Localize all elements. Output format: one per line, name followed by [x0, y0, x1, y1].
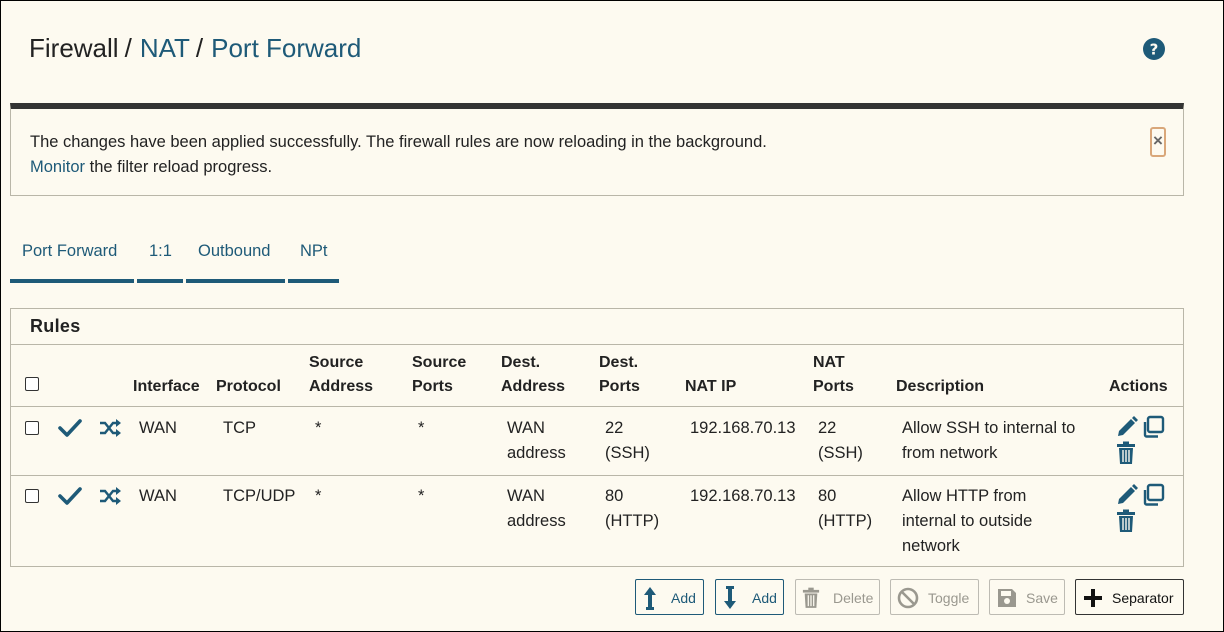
check-icon[interactable]	[58, 418, 82, 438]
header-dest-ports-1: Dest.	[599, 354, 639, 371]
trash-icon	[802, 587, 820, 608]
rules-panel-title: Rules	[11, 309, 1183, 345]
select-all-checkbox[interactable]	[25, 377, 39, 391]
save-button[interactable]: Save	[989, 579, 1065, 615]
delete-label: Delete	[833, 590, 874, 606]
trash-icon[interactable]	[1116, 441, 1136, 465]
ban-icon	[897, 587, 919, 609]
cell-nat-ports-1: 22	[818, 419, 837, 437]
cell-dest-ports-1: 22	[605, 419, 624, 437]
add-bottom-button[interactable]: Add	[715, 579, 784, 615]
cell-nat-ip: 192.168.70.13	[690, 487, 796, 505]
cell-interface: WAN	[139, 419, 177, 437]
header-dest-address-1: Dest.	[501, 354, 541, 371]
cell-description-3: network	[902, 537, 960, 555]
header-source-address-1: Source	[309, 354, 364, 371]
close-alert-button[interactable]: ×	[1150, 127, 1166, 157]
header-interface: Interface	[133, 378, 200, 395]
pencil-icon[interactable]	[1115, 415, 1139, 439]
toggle-button[interactable]: Toggle	[890, 579, 979, 615]
cell-protocol: TCP	[223, 419, 256, 437]
header-protocol: Protocol	[216, 378, 281, 395]
cell-nat-ports-2: (SSH)	[818, 444, 863, 462]
cell-source-address: *	[315, 419, 322, 437]
cell-nat-ports-2: (HTTP)	[818, 512, 873, 530]
page-header: Firewall / NAT / Port Forward ?	[1, 1, 1224, 101]
header-source-ports-2: Ports	[412, 378, 453, 395]
copy-icon[interactable]	[1141, 483, 1165, 507]
cell-source-ports: *	[418, 419, 425, 437]
cell-dest-address-1: WAN	[507, 487, 545, 505]
breadcrumb-separator: /	[195, 33, 204, 63]
breadcrumb: Firewall / NAT / Port Forward	[29, 33, 361, 64]
header-dest-address-2: Address	[501, 378, 566, 395]
cell-dest-address-1: WAN	[507, 419, 545, 437]
header-nat-ports-2: Ports	[813, 378, 854, 395]
row-divider	[11, 475, 1183, 476]
pencil-icon[interactable]	[1115, 483, 1139, 507]
breadcrumb-separator: /	[124, 33, 132, 63]
shuffle-icon	[100, 487, 121, 505]
check-icon[interactable]	[58, 486, 82, 506]
success-alert: The changes have been applied successful…	[10, 103, 1184, 196]
plus-icon	[1084, 589, 1102, 607]
row-checkbox[interactable]	[25, 489, 39, 503]
alert-suffix: the filter reload progress.	[85, 158, 273, 176]
header-divider	[11, 406, 1183, 407]
cell-interface: WAN	[139, 487, 177, 505]
rules-button-bar: Add Add Delete Toggle Save Separator	[1, 579, 1224, 615]
cell-dest-ports-2: (HTTP)	[605, 512, 660, 530]
cell-description-2: internal to outside	[902, 512, 1033, 530]
tab-port-forward[interactable]: Port Forward	[10, 237, 134, 283]
trash-icon[interactable]	[1116, 509, 1136, 533]
tab-outbound[interactable]: Outbound	[186, 237, 285, 283]
copy-icon[interactable]	[1141, 415, 1165, 439]
row-checkbox[interactable]	[25, 421, 39, 435]
header-source-ports-1: Source	[412, 354, 467, 371]
cell-source-address: *	[315, 487, 322, 505]
rules-panel: Rules Interface Protocol Source Address …	[10, 308, 1184, 567]
header-dest-ports-2: Ports	[599, 378, 640, 395]
add-separator-button[interactable]: Separator	[1075, 579, 1184, 615]
cell-nat-ip: 192.168.70.13	[690, 419, 796, 437]
cell-dest-address-2: address	[507, 444, 566, 462]
shuffle-icon	[100, 419, 121, 437]
floppy-disk-icon	[998, 589, 1016, 607]
add-top-button[interactable]: Add	[635, 579, 704, 615]
tab-one-to-one[interactable]: 1:1	[137, 237, 183, 283]
arrow-up-icon	[644, 587, 656, 610]
toggle-label: Toggle	[928, 590, 970, 606]
header-description: Description	[896, 378, 985, 395]
save-label: Save	[1026, 590, 1058, 606]
cell-dest-ports-2: (SSH)	[605, 444, 650, 462]
cell-dest-ports-1: 80	[605, 487, 624, 505]
alert-line2: Monitor the filter reload progress.	[30, 158, 272, 177]
arrow-down-icon	[724, 586, 736, 609]
cell-nat-ports-1: 80	[818, 487, 837, 505]
header-nat-ports-1: NAT	[813, 354, 845, 371]
cell-dest-address-2: address	[507, 512, 566, 530]
breadcrumb-port-forward-link[interactable]: Port Forward	[211, 33, 361, 63]
breadcrumb-nat-link[interactable]: NAT	[140, 33, 190, 63]
breadcrumb-firewall: Firewall	[29, 33, 119, 63]
cell-protocol: TCP/UDP	[223, 487, 296, 505]
tab-npt[interactable]: NPt	[288, 237, 339, 283]
header-nat-ip: NAT IP	[685, 378, 737, 395]
separator-label: Separator	[1112, 590, 1174, 606]
help-icon[interactable]: ?	[1142, 37, 1166, 61]
add-bottom-label: Add	[752, 590, 777, 606]
alert-message: The changes have been applied successful…	[30, 133, 767, 151]
cell-description-1: Allow HTTP from	[902, 487, 1027, 505]
monitor-link[interactable]: Monitor	[30, 158, 85, 176]
cell-description-2: from network	[902, 444, 998, 462]
cell-description-1: Allow SSH to internal to	[902, 419, 1076, 437]
svg-text:?: ?	[1150, 41, 1159, 59]
header-source-address-2: Address	[309, 378, 374, 395]
cell-source-ports: *	[418, 487, 425, 505]
add-top-label: Add	[671, 590, 696, 606]
header-actions: Actions	[1109, 378, 1168, 395]
delete-button[interactable]: Delete	[795, 579, 880, 615]
